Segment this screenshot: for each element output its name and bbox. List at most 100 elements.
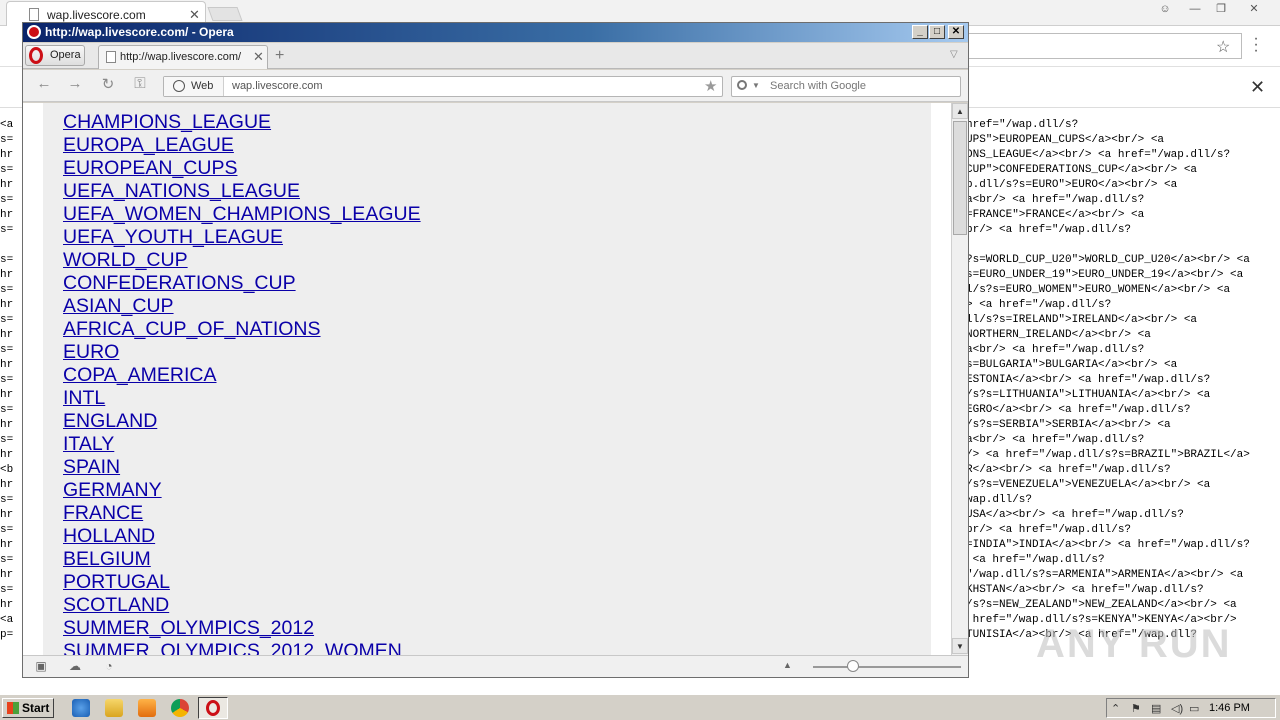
source-line: UPS">EUROPEAN_CUPS</a><br/> <a: [966, 134, 1165, 146]
page-body: CHAMPIONS_LEAGUE EUROPA_LEAGUE EUROPEAN_CU…: [43, 103, 931, 655]
opera-taskbar-button[interactable]: [198, 697, 228, 719]
source-line: <a href="/wap.dll/s?: [966, 554, 1105, 566]
source-line: hr: [0, 569, 14, 581]
search-field[interactable]: ▼ Search with Google: [731, 76, 961, 97]
url-text[interactable]: wap.livescore.com: [232, 80, 322, 92]
web-badge[interactable]: Web: [164, 77, 224, 96]
zoom-slider-knob[interactable]: [847, 660, 859, 672]
flag-icon[interactable]: ⚑: [1131, 702, 1141, 715]
infobar-close-icon[interactable]: ✕: [1250, 77, 1265, 98]
volume-icon[interactable]: ◁): [1171, 702, 1183, 715]
close-icon[interactable]: ✕: [253, 49, 264, 65]
league-link[interactable]: UEFA_YOUTH_LEAGUE: [63, 226, 923, 249]
league-link[interactable]: SPAIN: [63, 456, 923, 479]
tray-expand-icon[interactable]: ⌃: [1111, 702, 1120, 715]
source-line: <a: [0, 614, 14, 626]
league-link[interactable]: COPA_AMERICA: [63, 364, 923, 387]
chevron-down-icon[interactable]: ▽: [950, 49, 958, 60]
minimize-button[interactable]: _: [912, 25, 928, 39]
league-link[interactable]: CHAMPIONS_LEAGUE: [63, 111, 923, 134]
source-line: hr: [0, 509, 14, 521]
league-link[interactable]: EURO: [63, 341, 923, 364]
opera-tab[interactable]: http://wap.livescore.com/ ✕: [98, 45, 268, 69]
league-link[interactable]: GERMANY: [63, 479, 923, 502]
vertical-scrollbar[interactable]: ▲ ▼: [951, 103, 968, 655]
league-link[interactable]: EUROPA_LEAGUE: [63, 134, 923, 157]
source-line: R</a><br/> <a href="/wap.dll/s?: [966, 464, 1171, 476]
user-icon[interactable]: ☺: [1154, 1, 1176, 18]
source-line: s=BULGARIA">BULGARIA</a><br/> <a: [966, 359, 1178, 371]
league-link[interactable]: UEFA_NATIONS_LEAGUE: [63, 180, 923, 203]
league-link[interactable]: ASIAN_CUP: [63, 295, 923, 318]
scroll-down-arrow-icon[interactable]: ▼: [952, 638, 968, 654]
chrome-tab-title: wap.livescore.com: [47, 8, 146, 22]
media-player-icon[interactable]: [138, 699, 156, 717]
source-line: s=: [0, 344, 14, 356]
network-icon[interactable]: ▤: [1151, 702, 1161, 715]
close-icon[interactable]: ✕: [189, 7, 200, 23]
panel-toggle-icon[interactable]: ▣: [33, 659, 49, 673]
league-link[interactable]: SUMMER_OLYMPICS_2012_WOMEN: [63, 640, 923, 655]
opera-menu-button[interactable]: Opera: [25, 45, 85, 66]
league-link[interactable]: HOLLAND: [63, 525, 923, 548]
league-link[interactable]: ITALY: [63, 433, 923, 456]
minimize-button[interactable]: —: [1184, 1, 1206, 18]
source-line: /s?s=LITHUANIA">LITHUANIA</a><br/> <a: [966, 389, 1211, 401]
window-title: http://wap.livescore.com/ - Opera: [45, 25, 234, 39]
chrome-icon[interactable]: [171, 699, 189, 717]
chrome-menu-icon[interactable]: · · ·: [1252, 31, 1260, 59]
league-link[interactable]: PORTUGAL: [63, 571, 923, 594]
source-line: hr: [0, 449, 14, 461]
address-bar[interactable]: Web wap.livescore.com ★: [163, 76, 723, 97]
chrome-omnibox[interactable]: [960, 33, 1242, 59]
reload-icon[interactable]: ↻: [97, 75, 119, 95]
page-content: CHAMPIONS_LEAGUE EUROPA_LEAGUE EUROPEAN_CU…: [23, 103, 951, 655]
bookmark-star-icon[interactable]: ★: [704, 77, 717, 95]
clock[interactable]: 1:46 PM: [1209, 702, 1250, 714]
chrome-new-tab-button[interactable]: [207, 7, 243, 21]
turbo-icon[interactable]: ◔: [101, 659, 117, 673]
source-line: a<br/> <a href="/wap.dll/s?: [966, 434, 1145, 446]
key-icon[interactable]: ⚿: [129, 75, 151, 95]
league-link[interactable]: WORLD_CUP: [63, 249, 923, 272]
league-link[interactable]: UEFA_WOMEN_CHAMPIONS_LEAGUE: [63, 203, 923, 226]
scroll-up-arrow-icon[interactable]: ▲: [952, 103, 968, 119]
zoom-arrow-icon[interactable]: ▲: [783, 660, 792, 670]
back-arrow-icon[interactable]: ←: [33, 75, 55, 95]
zoom-slider-track[interactable]: [813, 666, 961, 668]
internet-explorer-icon[interactable]: [72, 699, 90, 717]
source-line: [966, 238, 1276, 253]
maximize-button[interactable]: □: [929, 25, 945, 39]
restore-button[interactable]: ❐: [1210, 1, 1232, 18]
folder-icon[interactable]: [105, 699, 123, 717]
chevron-down-icon[interactable]: ▼: [752, 81, 760, 90]
close-button[interactable]: ✕: [948, 25, 964, 39]
league-link[interactable]: EUROPEAN_CUPS: [63, 157, 923, 180]
source-line: "/wap.dll/s?s=ARMENIA">ARMENIA</a><br/> …: [966, 569, 1244, 581]
new-tab-plus-icon[interactable]: +: [275, 47, 284, 65]
source-line: s=: [0, 434, 14, 446]
page-icon: [106, 51, 116, 63]
source-line: s=: [0, 554, 14, 566]
forward-arrow-icon[interactable]: →: [64, 75, 86, 95]
league-link[interactable]: FRANCE: [63, 502, 923, 525]
opera-logo-icon: [29, 47, 43, 64]
search-icon: [737, 80, 747, 90]
league-link[interactable]: INTL: [63, 387, 923, 410]
league-link[interactable]: SUMMER_OLYMPICS_2012: [63, 617, 923, 640]
league-link[interactable]: AFRICA_CUP_OF_NATIONS: [63, 318, 923, 341]
cloud-icon[interactable]: ☁: [67, 659, 83, 673]
league-link[interactable]: ENGLAND: [63, 410, 923, 433]
source-line: NORTHERN_IRELAND</a><br/> <a: [966, 329, 1151, 341]
bookmark-star-icon[interactable]: ☆: [1216, 37, 1230, 57]
source-line: ESTONIA</a><br/> <a href="/wap.dll/s?: [966, 374, 1211, 386]
league-link[interactable]: SCOTLAND: [63, 594, 923, 617]
display-icon[interactable]: ▭: [1189, 702, 1199, 715]
league-link[interactable]: BELGIUM: [63, 548, 923, 571]
close-button[interactable]: ✕: [1243, 1, 1265, 18]
league-link[interactable]: CONFEDERATIONS_CUP: [63, 272, 923, 295]
source-line: p=: [0, 629, 14, 641]
opera-title-bar[interactable]: http://wap.livescore.com/ - Opera _ □ ✕: [23, 23, 968, 42]
scroll-thumb[interactable]: [953, 121, 967, 235]
start-button[interactable]: Start: [2, 698, 54, 718]
